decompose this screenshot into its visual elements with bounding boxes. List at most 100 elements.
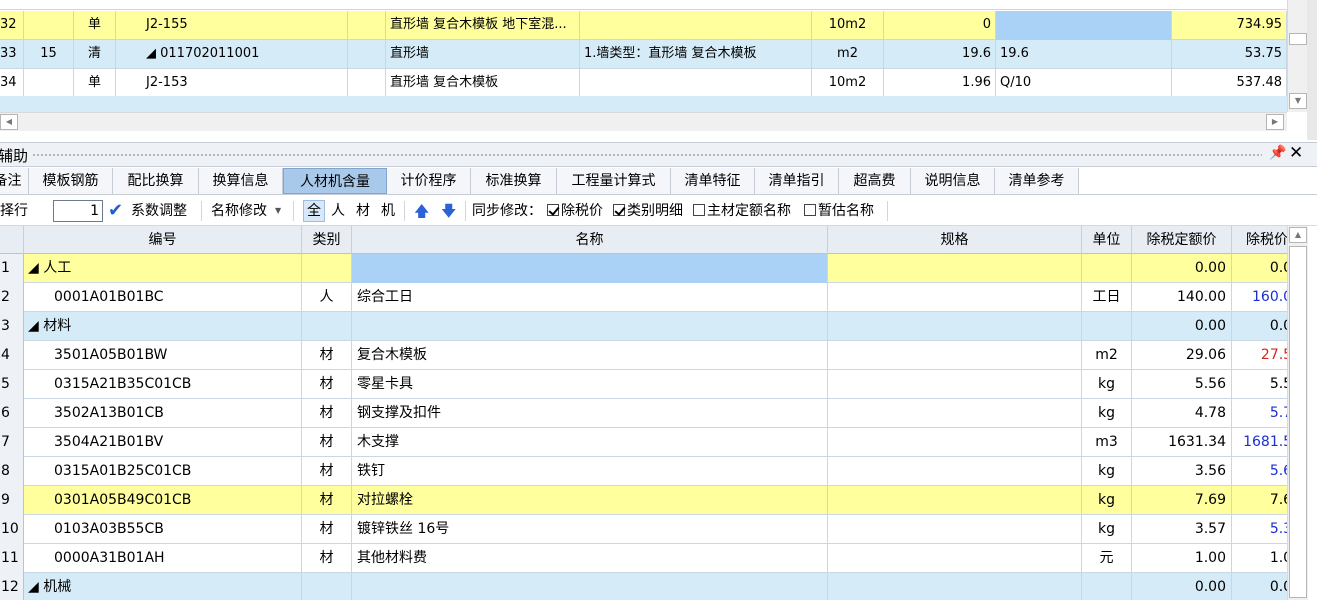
cell-type[interactable]: 材	[302, 515, 352, 544]
cell-tax[interactable]: 5.56	[1232, 370, 1287, 399]
check-tax-price[interactable]: 除税价	[547, 196, 603, 226]
cell-price[interactable]: 140.00	[1132, 283, 1232, 312]
header-tax-price[interactable]: 除税价	[1232, 226, 1287, 254]
cell-spec[interactable]	[828, 573, 1082, 600]
cell-code[interactable]: ◢ 材料	[24, 312, 302, 341]
tab-8[interactable]: 清单特征	[671, 168, 755, 194]
cell-num[interactable]: 3	[0, 312, 24, 341]
cell-unit[interactable]	[1082, 573, 1132, 600]
cell-tax[interactable]: 160.00	[1232, 283, 1287, 312]
close-icon[interactable]: ✕	[1289, 143, 1303, 163]
cell-code[interactable]: 0103A03B55CB	[24, 515, 302, 544]
table-row[interactable]: 90301A05B49C01CB材对拉螺栓kg7.697.69	[0, 486, 1287, 515]
panel-grip[interactable]	[32, 153, 1262, 157]
cell-type[interactable]: 材	[302, 544, 352, 573]
cell-num[interactable]: 12	[0, 573, 24, 600]
filter-labor-button[interactable]: 人	[331, 196, 345, 226]
cell-name[interactable]	[352, 573, 828, 600]
table-row[interactable]: 80315A01B25C01CB材铁钉 kg3.565.60	[0, 457, 1287, 486]
tab-4[interactable]: 人材机含量	[283, 168, 387, 194]
cell-num[interactable]: 6	[0, 399, 24, 428]
cell-code[interactable]: ◢ 机械	[24, 573, 302, 600]
cell-spec[interactable]	[828, 515, 1082, 544]
tab-3[interactable]: 换算信息	[199, 168, 283, 194]
cell-num[interactable]: 32	[0, 11, 24, 40]
tab-12[interactable]: 清单参考	[995, 168, 1079, 194]
cell-unit[interactable]: 10m2	[812, 69, 884, 98]
cell-price[interactable]: 537.48	[1172, 69, 1287, 98]
cell-unit[interactable]: kg	[1082, 486, 1132, 515]
bottom-vertical-scrollbar[interactable]: ▲	[1287, 226, 1308, 600]
checkmark-icon[interactable]: ✔	[108, 196, 123, 226]
header-type[interactable]: 类别	[302, 226, 352, 254]
cell-code[interactable]: 0301A05B49C01CB	[24, 486, 302, 515]
cell-type[interactable]	[302, 312, 352, 341]
cell-unit[interactable]: kg	[1082, 457, 1132, 486]
cell-spec[interactable]	[828, 428, 1082, 457]
tab-1[interactable]: 模板钢筋	[29, 168, 113, 194]
cell-feature[interactable]	[580, 11, 812, 40]
cell-tax[interactable]: 5.70	[1232, 399, 1287, 428]
cell-type[interactable]: 清	[74, 40, 116, 69]
cell-code[interactable]: 0315A21B35C01CB	[24, 370, 302, 399]
cell-qty[interactable]: 0	[884, 11, 996, 40]
cell-code[interactable]: 0315A01B25C01CB	[24, 457, 302, 486]
cell-seq[interactable]	[24, 69, 74, 98]
cell-code[interactable]: 3502A13B01CB	[24, 399, 302, 428]
name-modify-button[interactable]: 名称修改	[211, 196, 267, 226]
cell-spec[interactable]	[828, 254, 1082, 283]
cell-feature[interactable]	[580, 69, 812, 98]
scroll-right-icon[interactable]: ▶	[1266, 114, 1284, 130]
cell-name[interactable]: 综合工日	[352, 283, 828, 312]
table-row[interactable]: 3◢ 材料 0.000.00	[0, 312, 1287, 341]
check-main-material-name[interactable]: 主材定额名称	[693, 196, 791, 226]
cell-spec[interactable]	[828, 341, 1082, 370]
cell-code[interactable]: ◢ 人工	[24, 254, 302, 283]
table-row[interactable]: 50315A21B35C01CB材零星卡具kg5.565.56	[0, 370, 1287, 399]
cell-expr[interactable]	[996, 11, 1172, 40]
cell-spec[interactable]	[828, 312, 1082, 341]
filter-all-button[interactable]: 全	[307, 196, 321, 226]
cell-num[interactable]: 34	[0, 69, 24, 98]
cell-code[interactable]: 0001A01B01BC	[24, 283, 302, 312]
cell-type[interactable]	[302, 573, 352, 600]
cell-tax[interactable]: 7.69	[1232, 486, 1287, 515]
cell-type[interactable]: 材	[302, 399, 352, 428]
cell-unit[interactable]	[1082, 254, 1132, 283]
cell-num[interactable]: 4	[0, 341, 24, 370]
coef-adjust-button[interactable]: 系数调整	[131, 196, 187, 226]
header-code[interactable]: 编号	[24, 226, 302, 254]
cell-name[interactable]: 直形墙 复合木模板 地下室混...	[386, 11, 580, 40]
cell-code[interactable]: ◢ 011702011001	[116, 40, 348, 69]
cell-type[interactable]: 单	[74, 11, 116, 40]
table-row[interactable]: 110000A31B01AH材其他材料费元1.001.00	[0, 544, 1287, 573]
cell-price[interactable]: 0.00	[1132, 312, 1232, 341]
tab-2[interactable]: 配比换算	[113, 168, 199, 194]
cell-name[interactable]: 铁钉	[352, 457, 828, 486]
cell-unit[interactable]: 元	[1082, 544, 1132, 573]
cell-spec[interactable]	[828, 283, 1082, 312]
cell-num[interactable]: 33	[0, 40, 24, 69]
checkbox-icon[interactable]	[613, 204, 625, 216]
cell-qty[interactable]: 19.6	[884, 40, 996, 69]
check-estimate-name[interactable]: 暂估名称	[804, 196, 874, 226]
scroll-down-icon[interactable]: ▼	[1289, 93, 1307, 109]
check-type-detail[interactable]: 类别明细	[613, 196, 683, 226]
cell-code[interactable]: 3501A05B01BW	[24, 341, 302, 370]
cell-tax[interactable]: 5.30	[1232, 515, 1287, 544]
cell-code[interactable]: J2-155	[116, 11, 348, 40]
checkbox-icon[interactable]	[804, 204, 816, 216]
cell-blank[interactable]	[348, 69, 386, 98]
table-row[interactable]: 20001A01B01BC人综合工日 工日140.00160.00	[0, 283, 1287, 312]
cell-price[interactable]: 1631.34	[1132, 428, 1232, 457]
cell-unit[interactable]: m3	[1082, 428, 1132, 457]
cell-type[interactable]	[302, 254, 352, 283]
table-row[interactable]: 63502A13B01CB材钢支撑及扣件 kg4.785.70	[0, 399, 1287, 428]
cell-unit[interactable]: 10m2	[812, 11, 884, 40]
cell-seq[interactable]	[24, 11, 74, 40]
checkbox-icon[interactable]	[547, 204, 559, 216]
cell-type[interactable]: 材	[302, 428, 352, 457]
cell-name[interactable]: 复合木模板	[352, 341, 828, 370]
cell-code[interactable]: 0000A31B01AH	[24, 544, 302, 573]
cell-num[interactable]: 10	[0, 515, 24, 544]
